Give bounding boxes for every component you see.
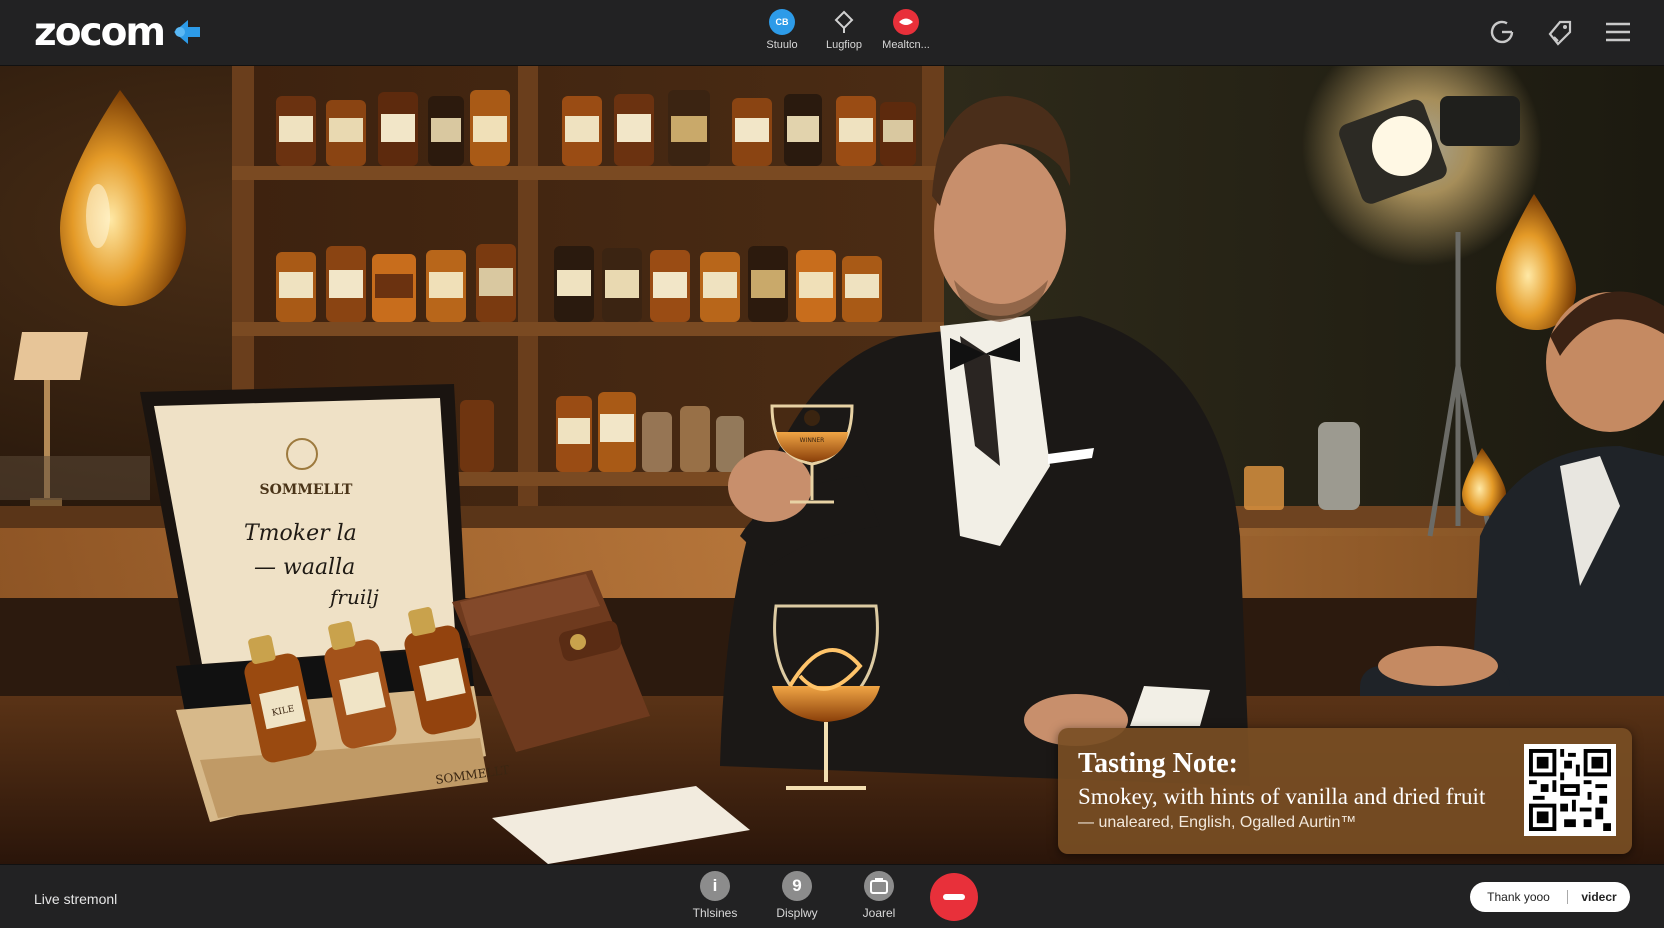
end-call-button[interactable] — [930, 873, 978, 921]
logo-mark-icon — [174, 20, 201, 44]
top-control-label: Stuulo — [766, 39, 798, 51]
info-glyph: i — [712, 876, 718, 895]
tasting-note-title: Tasting Note: — [1078, 748, 1238, 779]
thank-you-button[interactable]: Thank yooo — [1470, 890, 1568, 904]
live-stream-label: Live stremonl — [34, 891, 118, 907]
tag-edit-button[interactable] — [1544, 16, 1576, 48]
control-thlsines-button[interactable]: i Thlsines — [684, 871, 746, 920]
badge-text: CB — [775, 17, 789, 27]
video-stage: WINNER SOMMELLT Tmoker la — waalla fruil… — [0, 66, 1664, 864]
tasting-note-card: Tasting Note: Smokey, with hints of vani… — [1058, 728, 1632, 854]
control-label: Joarel — [862, 906, 896, 920]
refresh-button[interactable] — [1486, 16, 1518, 48]
top-control-mealtcn[interactable]: Mealtcn... — [880, 9, 932, 51]
top-bar: zocom CB Stuulo Lugfiop Mealtcn... — [0, 0, 1664, 66]
top-control-stuulo[interactable]: CB Stuulo — [756, 9, 808, 51]
cb-badge-icon: CB — [769, 9, 795, 35]
box-handwriting-line-2: — waalla — [254, 555, 355, 580]
top-right-controls — [1486, 16, 1634, 48]
top-center-controls: CB Stuulo Lugfiop Mealtcn... — [756, 9, 932, 51]
display-icon: 9 — [782, 871, 812, 901]
meeting-controls: i Thlsines 9 Displwy Joarel — [684, 871, 978, 921]
top-control-lugfiop[interactable]: Lugfiop — [818, 9, 870, 51]
qr-code[interactable] — [1524, 744, 1616, 836]
share-screen-icon — [864, 871, 894, 901]
app-logo[interactable]: zocom — [34, 12, 206, 54]
end-call-icon — [943, 894, 965, 900]
video-button[interactable]: videcr — [1568, 890, 1630, 904]
refresh-icon — [1490, 20, 1514, 44]
tag-edit-icon — [1548, 20, 1572, 46]
info-icon: i — [700, 871, 730, 901]
menu-button[interactable] — [1602, 16, 1634, 48]
tasting-note-body: Smokey, with hints of vanilla and dried … — [1078, 784, 1486, 809]
box-handwriting-line-1: Tmoker la — [244, 521, 357, 546]
diamond-pin-icon — [831, 9, 857, 35]
lips-icon — [893, 9, 919, 35]
control-displwy-button[interactable]: 9 Displwy — [766, 871, 828, 920]
bottom-bar: Live stremonl i Thlsines 9 Displwy Joare… — [0, 864, 1664, 928]
glass-label: WINNER — [800, 437, 825, 444]
top-control-label: Lugfiop — [825, 39, 863, 51]
box-handwriting-line-3: fruilj — [328, 585, 379, 609]
logo-text: zocom — [34, 10, 166, 55]
control-joarel-button[interactable]: Joarel — [848, 871, 910, 920]
display-glyph: 9 — [792, 876, 802, 895]
box-brand-text: SOMMELLT — [260, 482, 354, 498]
control-label: Displwy — [776, 906, 818, 920]
tasting-note-subtitle: — unaleared, English, Ogalled Aurtin™ — [1078, 814, 1357, 831]
top-control-label: Mealtcn... — [882, 39, 930, 51]
control-label: Thlsines — [692, 906, 738, 920]
hamburger-menu-icon — [1606, 22, 1630, 42]
reaction-pill: Thank yooo videcr — [1470, 882, 1630, 912]
qr-code-icon — [1529, 749, 1611, 831]
